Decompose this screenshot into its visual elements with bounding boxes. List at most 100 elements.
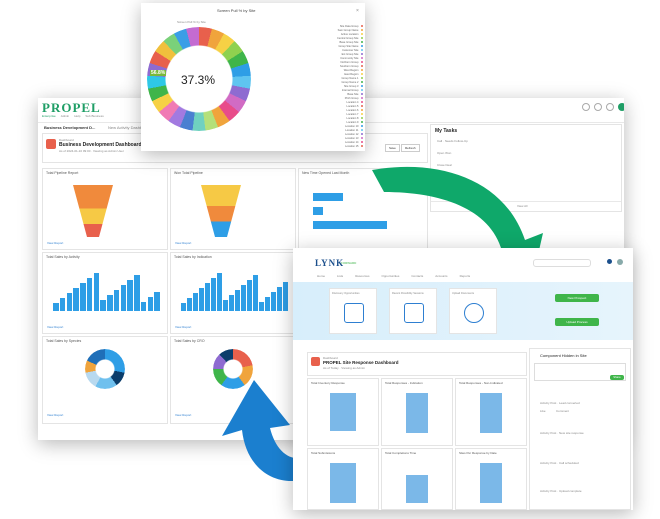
refresh-button[interactable]: Refresh xyxy=(401,144,420,152)
feed-item[interactable]: Activity Post · Call scheduled xyxy=(540,461,579,465)
bar xyxy=(107,295,113,311)
bar xyxy=(59,298,66,311)
tile-discovery[interactable]: Discovery Opportunities xyxy=(329,288,377,334)
legend-swatch xyxy=(360,72,363,76)
my-tasks-panel: My Tasks Call · Needs Follow-Up Open Won… xyxy=(430,124,622,212)
help-icon[interactable] xyxy=(594,103,602,111)
avatar[interactable] xyxy=(618,103,624,111)
bar xyxy=(66,293,73,311)
toolbar-icons xyxy=(582,103,624,111)
avatar[interactable] xyxy=(617,259,623,265)
card-title: Sites Per Response by Date xyxy=(459,451,497,455)
bar xyxy=(313,193,343,201)
bar xyxy=(193,293,198,311)
settings-icon[interactable] xyxy=(606,103,614,111)
bar xyxy=(277,287,282,311)
legend-swatch xyxy=(360,24,363,28)
bell-icon[interactable] xyxy=(607,259,612,264)
bar xyxy=(147,297,154,311)
funnel-chart xyxy=(73,185,113,237)
legend-swatch xyxy=(360,76,363,80)
popup-title: Screen Pull % by Site xyxy=(217,8,256,13)
task-row[interactable]: Call · Needs Follow-Up xyxy=(437,139,468,143)
nav-item[interactable]: Accounts xyxy=(435,274,447,278)
card-link[interactable]: View Report xyxy=(47,241,63,245)
bar xyxy=(330,463,356,503)
card-title: Total Responses - Non-Indicated xyxy=(459,381,503,385)
feed-item[interactable]: Activity Post · Lead converted xyxy=(540,401,580,405)
tile-label: Recent Possibility Sessions xyxy=(392,292,424,295)
nav-item[interactable]: Admin xyxy=(61,114,70,120)
donut-center-value: 37.3% xyxy=(181,73,216,87)
legend-swatch xyxy=(360,132,363,136)
card-title: Total Completions Time xyxy=(385,451,417,455)
legend-swatch xyxy=(360,56,363,60)
card-link[interactable]: View Report xyxy=(47,413,63,417)
card-title: Total Submissions xyxy=(311,451,336,455)
nav-item[interactable]: Sub Business xyxy=(85,114,103,120)
popup-close-icon[interactable]: × xyxy=(356,8,359,14)
bar xyxy=(313,207,323,215)
chart-card: Total Sales by Species View Report xyxy=(42,336,168,424)
nav-item[interactable]: Reports xyxy=(460,274,471,278)
nav-item[interactable]: Home xyxy=(317,274,325,278)
card-title: Total Sales by Species xyxy=(46,339,82,343)
donut-chart xyxy=(213,349,253,389)
legend-swatch xyxy=(360,96,363,100)
legend-swatch xyxy=(360,108,363,112)
nav-item[interactable]: Enterprise xyxy=(42,114,56,120)
bar xyxy=(271,292,276,311)
legend-swatch xyxy=(360,140,363,144)
like-button[interactable]: Like xyxy=(540,409,546,413)
people-icon xyxy=(344,303,364,323)
legend-swatch xyxy=(360,68,363,72)
nav-item[interactable]: Resources xyxy=(355,274,369,278)
new-prospect-button[interactable]: New Prospect xyxy=(555,294,599,302)
feed-item[interactable]: Activity Post · New site response xyxy=(540,431,584,435)
task-row[interactable]: Close Deal xyxy=(437,163,452,167)
card-link[interactable]: View Report xyxy=(175,241,191,245)
legend-swatch xyxy=(360,116,363,120)
chart-card: Won Total Pipeline View Report xyxy=(170,168,296,250)
card-title: Total Responses - Indication xyxy=(385,381,423,385)
legend-swatch xyxy=(360,104,363,108)
bar xyxy=(265,297,270,311)
chart-card: Total Completions Time xyxy=(381,448,453,510)
task-row[interactable]: Open Won xyxy=(437,151,451,155)
tile-recent-sessions[interactable]: Recent Possibility Sessions xyxy=(389,288,437,334)
bar xyxy=(205,283,210,311)
nav-item[interactable]: Help xyxy=(74,114,80,120)
task-row[interactable]: Review Lead xyxy=(437,175,454,179)
donut-chart xyxy=(85,349,125,389)
tile-upload[interactable]: Upload Documents xyxy=(449,288,497,334)
card-title: Won Total Pipeline xyxy=(174,171,203,175)
page-title: PROPEL Site Response Dashboard xyxy=(323,360,399,365)
feed-item[interactable]: Activity Post · Upload complete xyxy=(540,489,582,493)
nav-item[interactable]: Contacts xyxy=(411,274,423,278)
tab-business-dev[interactable]: Business Development D... xyxy=(44,125,95,130)
search-icon[interactable] xyxy=(582,103,590,111)
bar xyxy=(86,278,93,311)
card-link[interactable]: View Report xyxy=(175,413,191,417)
nav-item[interactable]: Opportunities xyxy=(382,274,400,278)
comment-button[interactable]: Comment xyxy=(556,409,569,413)
bar xyxy=(127,280,133,311)
bar xyxy=(253,275,258,311)
card-link[interactable]: View Report xyxy=(175,325,191,329)
lynk-logo-sub: FORWARD xyxy=(341,261,357,265)
bar xyxy=(154,292,160,311)
bar xyxy=(217,273,222,311)
bar xyxy=(140,302,147,311)
dashboard-icon xyxy=(311,357,320,366)
bar xyxy=(120,285,127,311)
nav-item[interactable]: Lists xyxy=(337,274,343,278)
share-button[interactable]: Share xyxy=(610,375,624,380)
panel-title: Component Hidden in Site xyxy=(540,353,587,358)
search-input[interactable] xyxy=(533,259,591,267)
bar xyxy=(187,298,192,311)
card-title: Total Inventory Response xyxy=(311,381,345,385)
view-all-link[interactable]: View All xyxy=(517,204,527,208)
card-link[interactable]: View Report xyxy=(47,325,63,329)
upload-process-button[interactable]: Upload Process xyxy=(555,318,599,326)
save-button[interactable]: Save xyxy=(385,144,400,152)
